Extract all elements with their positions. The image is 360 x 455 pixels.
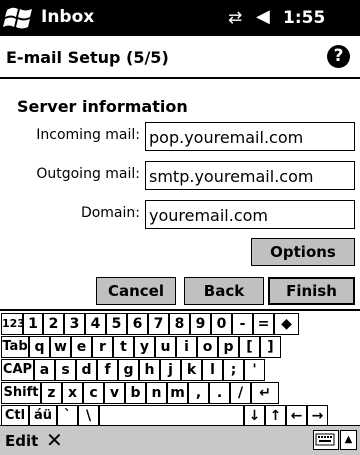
key-a[interactable]: a	[34, 359, 55, 381]
key-c[interactable]: c	[83, 382, 104, 404]
key-b[interactable]: b	[125, 382, 146, 404]
title-bar: Inbox ⇄ ◀︎ 1:55	[0, 0, 360, 36]
domain-input[interactable]: youremail.com	[145, 200, 355, 229]
menu-bar: Edit ✕ ▲	[0, 425, 360, 455]
key-1[interactable]: 1	[23, 313, 43, 335]
key-international[interactable]: áü	[29, 405, 57, 427]
soft-keyboard: 123 1 2 3 4 5 6 7 8 9 0 - = ◆ Tab q w e …	[0, 309, 360, 427]
key-6[interactable]: 6	[127, 313, 148, 335]
key-minus[interactable]: -	[232, 313, 253, 335]
key-v[interactable]: v	[104, 382, 125, 404]
key-equals[interactable]: =	[253, 313, 274, 335]
key-9[interactable]: 9	[190, 313, 211, 335]
key-i[interactable]: i	[176, 336, 197, 358]
key-tab[interactable]: Tab	[1, 336, 29, 358]
connectivity-icon[interactable]: ⇄	[228, 8, 242, 28]
key-apostrophe[interactable]: '	[244, 359, 265, 381]
key-backspace[interactable]: ◆	[274, 313, 299, 335]
key-shift[interactable]: Shift	[1, 382, 41, 404]
clock[interactable]: 1:55	[283, 8, 325, 28]
key-4[interactable]: 4	[85, 313, 106, 335]
key-e[interactable]: e	[71, 336, 92, 358]
key-right-bracket[interactable]: ]	[260, 336, 281, 358]
key-right-arrow[interactable]: →	[307, 405, 328, 427]
key-3[interactable]: 3	[64, 313, 85, 335]
key-m[interactable]: m	[167, 382, 188, 404]
key-period[interactable]: .	[209, 382, 230, 404]
key-caps[interactable]: CAP	[1, 359, 34, 381]
key-down-arrow[interactable]: ↓	[244, 405, 265, 427]
outgoing-mail-input[interactable]: smtp.youremail.com	[145, 161, 355, 190]
key-w[interactable]: w	[50, 336, 71, 358]
key-backtick[interactable]: `	[57, 405, 78, 427]
back-button[interactable]: Back	[184, 277, 264, 305]
key-h[interactable]: h	[139, 359, 160, 381]
key-space[interactable]	[99, 405, 244, 427]
key-t[interactable]: t	[113, 336, 134, 358]
incoming-mail-input[interactable]: pop.youremail.com	[145, 122, 355, 151]
key-left-bracket[interactable]: [	[239, 336, 260, 358]
key-comma[interactable]: ,	[188, 382, 209, 404]
key-y[interactable]: y	[134, 336, 155, 358]
domain-label: Domain:	[80, 205, 140, 221]
key-r[interactable]: r	[92, 336, 113, 358]
key-p[interactable]: p	[218, 336, 239, 358]
windows-start-icon[interactable]	[3, 4, 35, 32]
key-z[interactable]: z	[41, 382, 62, 404]
key-j[interactable]: j	[160, 359, 181, 381]
key-123[interactable]: 123	[1, 313, 25, 335]
key-n[interactable]: n	[146, 382, 167, 404]
incoming-mail-label: Incoming mail:	[36, 127, 140, 143]
key-o[interactable]: o	[197, 336, 218, 358]
key-left-arrow[interactable]: ←	[286, 405, 307, 427]
speaker-icon[interactable]: ◀︎	[256, 6, 270, 27]
finish-button[interactable]: Finish	[268, 277, 355, 305]
edit-menu[interactable]: Edit	[5, 432, 38, 450]
options-button[interactable]: Options	[251, 238, 355, 266]
key-slash[interactable]: /	[230, 382, 251, 404]
key-x[interactable]: x	[62, 382, 83, 404]
key-q[interactable]: q	[29, 336, 50, 358]
section-title: Server information	[17, 97, 188, 116]
help-icon[interactable]: ?	[327, 45, 350, 68]
key-g[interactable]: g	[118, 359, 139, 381]
cancel-button[interactable]: Cancel	[96, 277, 176, 305]
key-0[interactable]: 0	[211, 313, 232, 335]
outgoing-mail-label: Outgoing mail:	[36, 166, 140, 182]
key-s[interactable]: s	[55, 359, 76, 381]
key-ctrl[interactable]: Ctl	[1, 405, 29, 427]
key-d[interactable]: d	[76, 359, 97, 381]
key-k[interactable]: k	[181, 359, 202, 381]
key-u[interactable]: u	[155, 336, 176, 358]
page-header: E-mail Setup (5/5) ?	[0, 36, 360, 77]
app-title: Inbox	[41, 7, 95, 27]
key-semicolon[interactable]: ;	[223, 359, 244, 381]
key-2[interactable]: 2	[43, 313, 64, 335]
key-enter[interactable]: ↵	[251, 382, 279, 404]
input-panel-arrow-icon[interactable]: ▲	[340, 430, 357, 450]
page-title: E-mail Setup (5/5)	[6, 48, 169, 67]
key-backslash[interactable]: \	[78, 405, 99, 427]
key-8[interactable]: 8	[169, 313, 190, 335]
key-f[interactable]: f	[97, 359, 118, 381]
key-up-arrow[interactable]: ↑	[265, 405, 286, 427]
key-7[interactable]: 7	[148, 313, 169, 335]
keyboard-icon[interactable]	[313, 430, 339, 450]
close-icon[interactable]: ✕	[46, 428, 63, 452]
key-5[interactable]: 5	[106, 313, 127, 335]
divider	[0, 77, 360, 79]
key-l[interactable]: l	[202, 359, 223, 381]
